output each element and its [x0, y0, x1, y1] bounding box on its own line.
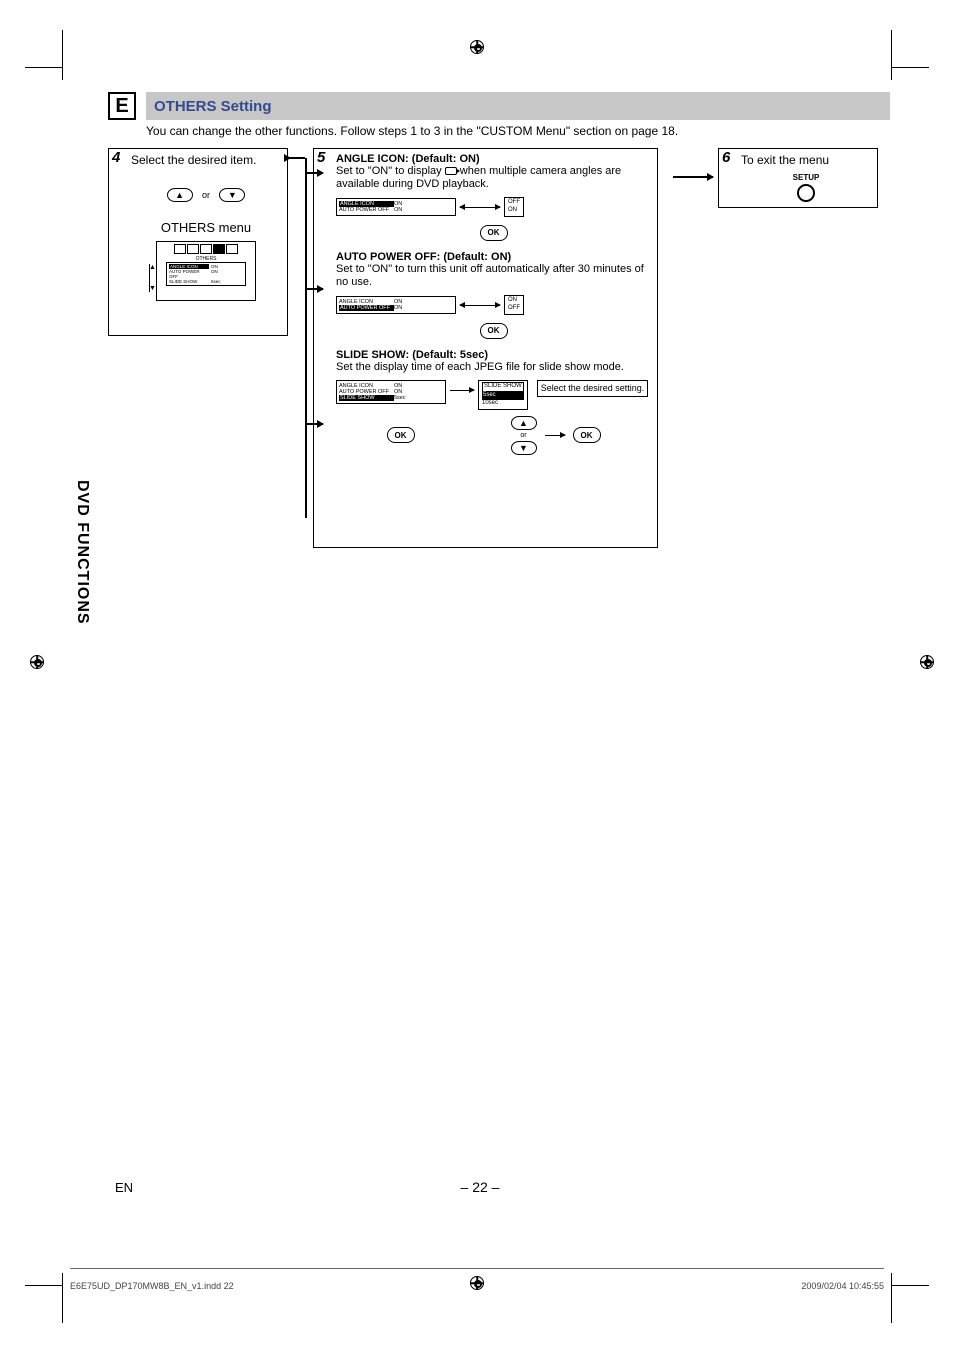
section-letter: E: [108, 92, 136, 120]
step-number: 4: [112, 149, 120, 166]
footer-divider: [70, 1268, 884, 1269]
footer-file-info: E6E75UD_DP170MW8B_EN_v1.indd 22: [70, 1281, 234, 1291]
side-tab-label: DVD FUNCTIONS: [73, 480, 91, 625]
others-menu-diagram: OTHERS ANGLE ICONON AUTO POWER OFFON SLI…: [156, 241, 256, 301]
step-number: 5: [317, 149, 325, 166]
step-5-panel: 5 ANGLE ICON: (Default: ON) Set to "ON" …: [313, 148, 658, 548]
setting-desc: Set the display time of each JPEG file f…: [336, 361, 651, 374]
flow-connector: [300, 148, 312, 548]
up-button-icon: ▲: [167, 188, 193, 202]
page-language: EN: [115, 1180, 133, 1195]
ok-button-icon: OK: [573, 427, 601, 443]
down-button-icon: ▼: [219, 188, 245, 202]
step-number: 6: [722, 149, 730, 166]
registration-mark-left: [30, 655, 44, 674]
section-title: OTHERS Setting: [146, 92, 890, 120]
footer-timestamp: 2009/02/04 10:45:55: [801, 1281, 884, 1291]
trim-mark: [62, 30, 63, 80]
step-6-panel: 6 To exit the menu SETUP: [718, 148, 878, 208]
or-label: or: [511, 432, 537, 439]
step-4-panel: 4 Select the desired item. ▲ or ▼ OTHERS…: [108, 148, 288, 336]
angle-icon-block: ANGLE ICON: (Default: ON) Set to "ON" to…: [336, 153, 651, 241]
down-button-icon: ▼: [511, 441, 537, 455]
menu-diagram: ANGLE ICONON AUTO POWER OFFON: [336, 296, 456, 314]
trim-mark: [25, 67, 62, 68]
setup-button-icon: [797, 184, 815, 202]
registration-mark-right: [920, 655, 934, 674]
trim-mark: [892, 1285, 929, 1286]
slide-show-block: SLIDE SHOW: (Default: 5sec) Set the disp…: [336, 349, 651, 455]
intro-text: You can change the other functions. Foll…: [146, 124, 890, 138]
popup-options: ON OFF: [504, 295, 524, 315]
setting-title: AUTO POWER OFF: (Default: ON): [336, 251, 651, 263]
menu-diagram: ANGLE ICONON AUTO POWER OFFON SLIDE SHOW…: [336, 380, 446, 404]
select-setting-label: Select the desired setting.: [537, 380, 649, 397]
auto-power-off-block: AUTO POWER OFF: (Default: ON) Set to "ON…: [336, 251, 651, 339]
or-label: or: [202, 190, 210, 200]
ok-button-icon: OK: [387, 427, 415, 443]
up-button-icon: ▲: [511, 416, 537, 430]
camera-angle-icon: [445, 167, 457, 175]
setting-desc: Set to "ON" to display when multiple cam…: [336, 165, 651, 191]
menu-diagram: ANGLE ICONON AUTO POWER OFFON: [336, 198, 456, 216]
popup-options: SLIDE SHOW 5sec 10sec: [478, 380, 528, 409]
trim-mark: [891, 1273, 892, 1323]
setup-button-label: SETUP: [741, 173, 871, 182]
page-number: – 22 –: [461, 1179, 500, 1195]
flow-arrow: [673, 176, 713, 178]
others-menu-title: OTHERS menu: [131, 220, 281, 235]
popup-options: OFF ON: [504, 197, 524, 217]
setting-title: ANGLE ICON: (Default: ON): [336, 153, 651, 165]
ok-button-icon: OK: [480, 225, 508, 241]
step-4-text: Select the desired item.: [131, 153, 256, 167]
setting-title: SLIDE SHOW: (Default: 5sec): [336, 349, 651, 361]
trim-mark: [892, 67, 929, 68]
ok-button-icon: OK: [480, 323, 508, 339]
setting-desc: Set to "ON" to turn this unit off automa…: [336, 263, 651, 289]
trim-mark: [25, 1285, 62, 1286]
trim-mark: [62, 1273, 63, 1323]
trim-mark: [891, 30, 892, 80]
step-6-text: To exit the menu: [741, 153, 829, 167]
